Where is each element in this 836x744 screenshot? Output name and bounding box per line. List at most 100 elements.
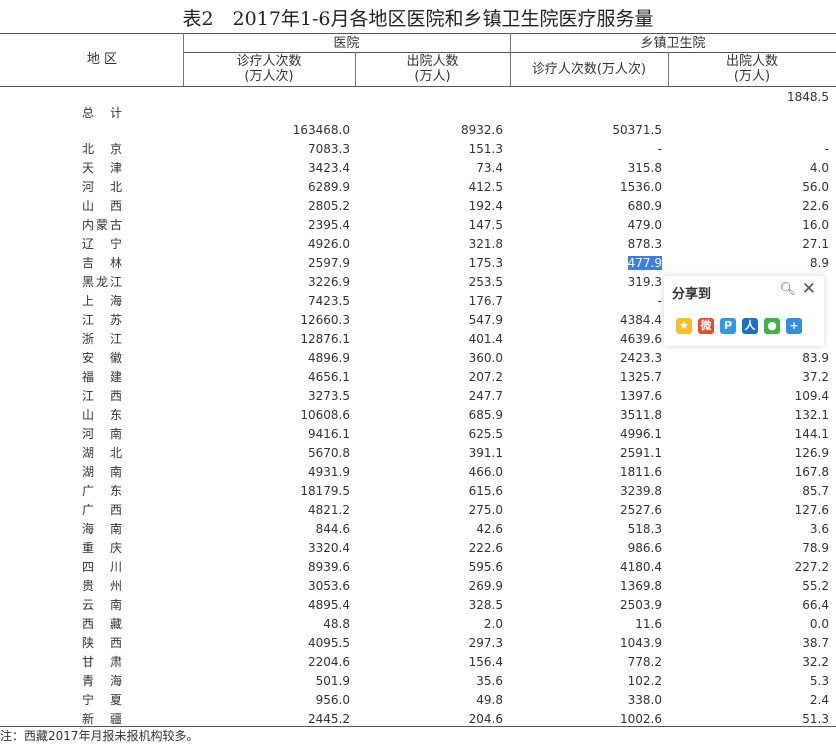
row-township-discharge: 85.7 [802, 484, 829, 498]
row-hospital-discharge: 625.5 [468, 427, 503, 441]
row-region: 江 西 [82, 389, 122, 403]
qzone-icon[interactable]: ★ [676, 318, 692, 334]
row-hospital-visits: 7083.3 [308, 142, 350, 156]
header-hospital-visits: 诊疗人次数 (万人次) [236, 54, 302, 84]
row-hospital-visits: 4095.5 [308, 636, 350, 650]
row-hospital-discharge: 192.4 [468, 199, 503, 213]
row-township-visits: 479.0 [627, 218, 662, 232]
row-hospital-discharge: 360.0 [468, 351, 503, 365]
row-hospital-discharge: 147.5 [468, 218, 503, 232]
header-bottom-rule [0, 86, 836, 87]
wechat-icon[interactable]: ● [764, 318, 780, 334]
row-region: 山 西 [82, 199, 122, 213]
row-hospital-discharge: 73.4 [476, 161, 503, 175]
search-icon[interactable]: 🔍︎ [779, 282, 796, 297]
row-township-discharge: - [824, 142, 829, 156]
weibo-icon[interactable]: 微 [698, 318, 714, 334]
row-region: 海 南 [82, 522, 122, 536]
row-township-discharge: 2.4 [809, 693, 829, 707]
row-township-visits: 518.3 [627, 522, 662, 536]
row-township-visits: 11.6 [635, 617, 662, 631]
header-hospital: 医院 [333, 36, 360, 51]
total-label: 总 计 [82, 106, 122, 120]
row-township-discharge: 144.1 [794, 427, 829, 441]
row-township-visits: 2591.1 [620, 446, 662, 460]
row-hospital-visits: 10608.6 [300, 408, 350, 422]
row-hospital-discharge: 466.0 [468, 465, 503, 479]
row-hospital-visits: 501.9 [315, 674, 350, 688]
row-region: 广 东 [82, 484, 122, 498]
row-township-visits: 2503.9 [620, 598, 662, 612]
row-region: 青 海 [82, 674, 122, 688]
row-region: 山 东 [82, 408, 122, 422]
row-township-visits: 2423.3 [620, 351, 662, 365]
row-township-visits: 778.2 [627, 655, 662, 669]
tencent-weibo-icon[interactable]: P [720, 318, 736, 334]
row-region: 内蒙古 [82, 218, 122, 232]
row-township-discharge: 8.9 [809, 256, 829, 270]
row-hospital-discharge: 42.6 [476, 522, 503, 536]
selected-text[interactable]: 477.9 [627, 256, 662, 270]
row-region: 天 津 [82, 161, 122, 175]
row-region: 湖 北 [82, 446, 122, 460]
row-township-visits: 319.3 [627, 275, 662, 289]
row-hospital-discharge: 391.1 [468, 446, 503, 460]
row-region: 福 建 [82, 370, 122, 384]
row-region: 新 疆 [82, 712, 122, 726]
row-hospital-visits: 844.6 [315, 522, 350, 536]
row-township-visits: 4996.1 [620, 427, 662, 441]
row-township-discharge: 127.6 [794, 503, 829, 517]
row-hospital-discharge: 222.6 [468, 541, 503, 555]
row-township-visits: 1002.6 [620, 712, 662, 726]
row-township-visits: - [657, 294, 662, 308]
row-hospital-discharge: 547.9 [468, 313, 503, 327]
row-township-visits: 315.8 [627, 161, 662, 175]
row-hospital-discharge: 176.7 [468, 294, 503, 308]
row-township-visits: - [657, 142, 662, 156]
row-hospital-discharge: 151.3 [468, 142, 503, 156]
row-township-visits: 4180.4 [620, 560, 662, 574]
row-region: 河 南 [82, 427, 122, 441]
row-hospital-visits: 3320.4 [308, 541, 350, 555]
row-region: 湖 南 [82, 465, 122, 479]
row-region: 贵 州 [82, 579, 122, 593]
row-hospital-visits: 6289.9 [308, 180, 350, 194]
total-extra-value: 1848.5 [787, 90, 829, 104]
header-township: 乡镇卫生院 [640, 36, 706, 51]
row-township-discharge: 16.0 [802, 218, 829, 232]
row-township-discharge: 38.7 [802, 636, 829, 650]
row-township-discharge: 132.1 [794, 408, 829, 422]
row-township-visits: 102.2 [627, 674, 662, 688]
row-hospital-visits: 4926.0 [308, 237, 350, 251]
row-region: 四 川 [82, 560, 122, 574]
more-icon[interactable]: + [786, 318, 802, 334]
row-hospital-discharge: 275.0 [468, 503, 503, 517]
row-hospital-discharge: 297.3 [468, 636, 503, 650]
header-hospital-discharge: 出院人数 (万人) [406, 54, 459, 84]
row-hospital-visits: 3053.6 [308, 579, 350, 593]
row-township-discharge: 5.3 [809, 674, 829, 688]
row-hospital-discharge: 35.6 [476, 674, 503, 688]
row-township-visits: 1325.7 [620, 370, 662, 384]
row-region: 河 北 [82, 180, 122, 194]
renren-icon[interactable]: 人 [742, 318, 758, 334]
row-hospital-discharge: 269.9 [468, 579, 503, 593]
row-township-discharge: 78.9 [802, 541, 829, 555]
row-hospital-discharge: 685.9 [468, 408, 503, 422]
row-region: 甘 肃 [82, 655, 122, 669]
row-region: 江 苏 [82, 313, 122, 327]
close-icon[interactable]: ✕ [802, 279, 816, 299]
row-township-discharge: 56.0 [802, 180, 829, 194]
row-township-discharge: 83.9 [802, 351, 829, 365]
row-hospital-visits: 9416.1 [308, 427, 350, 441]
row-region: 黑龙江 [82, 275, 122, 289]
row-township-visits: 986.6 [627, 541, 662, 555]
row-hospital-discharge: 253.5 [468, 275, 503, 289]
row-hospital-visits: 3273.5 [308, 389, 350, 403]
row-hospital-visits: 7423.5 [308, 294, 350, 308]
total-hospital-discharge: 8932.6 [461, 123, 503, 137]
row-region: 重 庆 [82, 541, 122, 555]
row-region: 陕 西 [82, 636, 122, 650]
row-hospital-discharge: 156.4 [468, 655, 503, 669]
row-hospital-visits: 48.8 [323, 617, 350, 631]
